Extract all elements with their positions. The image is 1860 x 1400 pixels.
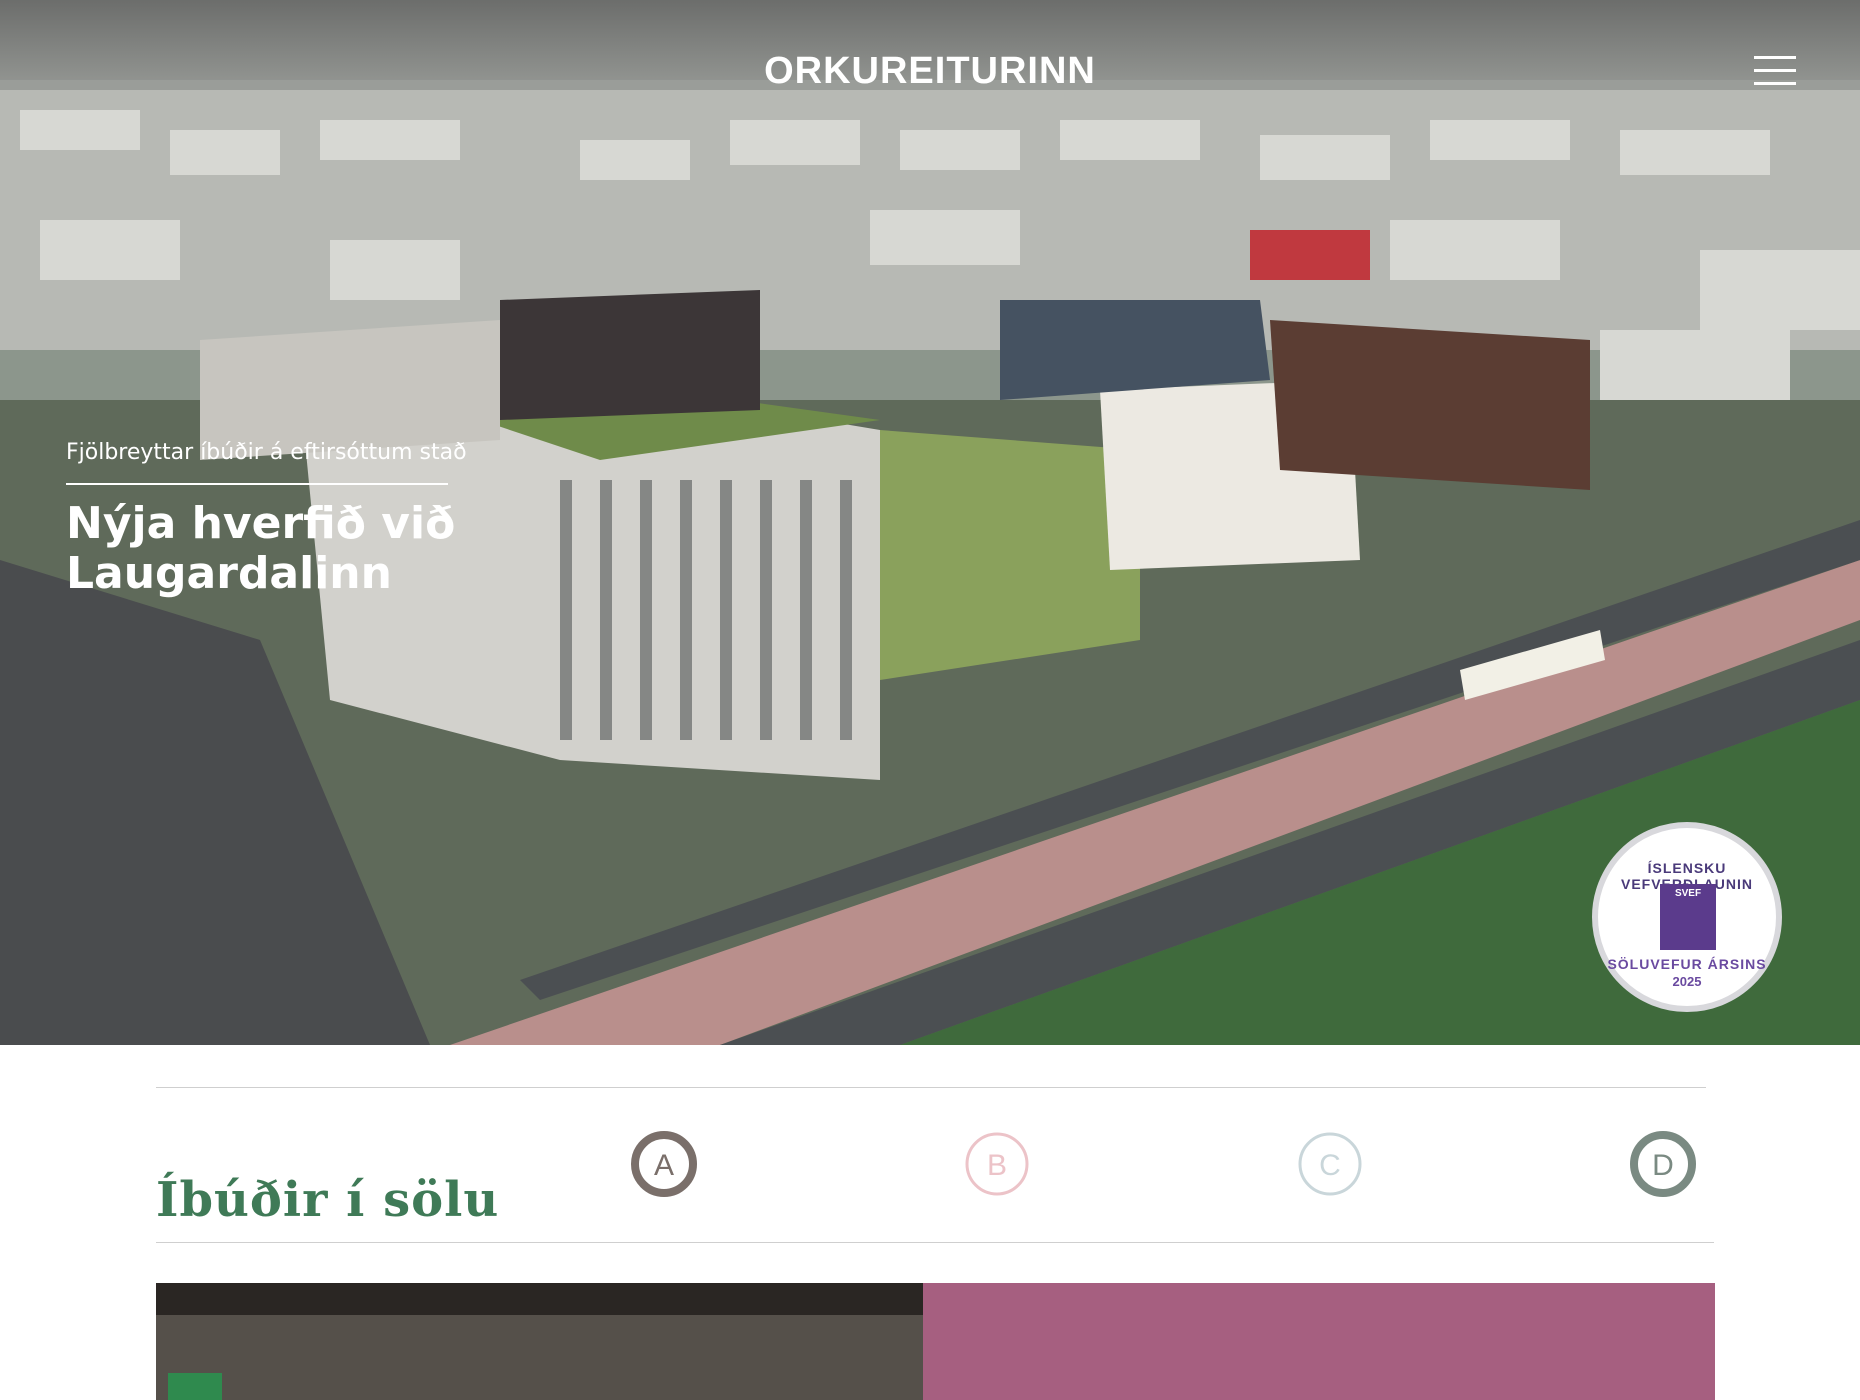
interior-ceiling <box>156 1283 923 1315</box>
site-logo[interactable]: ORKUREITURINN <box>0 50 1860 93</box>
section-divider-top <box>156 1087 1706 1088</box>
award-year: 2025 <box>1672 974 1702 989</box>
building-d-icon: D <box>1630 1131 1696 1197</box>
award-badge[interactable]: ÍSLENSKU VEFVERÐLAUNIN SVEF SÖLUVEFUR ÁR… <box>1592 822 1782 1012</box>
hero-subtitle: Fjölbreyttar íbúðir á eftirsóttum stað <box>66 440 467 465</box>
building-a-button[interactable]: A <box>630 1130 698 1198</box>
building-c-letter: C <box>1319 1149 1341 1182</box>
hero-title: Nýja hverfið við Laugardalinn <box>66 498 456 599</box>
hero-divider <box>66 483 448 485</box>
building-b-button[interactable]: B <box>963 1130 1031 1198</box>
award-box-label: SVEF <box>1674 888 1702 899</box>
building-a-icon: A <box>631 1131 697 1197</box>
building-d-letter: D <box>1652 1149 1674 1182</box>
building-b-icon: B <box>965 1132 1029 1196</box>
section-divider-bottom <box>156 1242 1714 1243</box>
award-bottom-text: SÖLUVEFUR ÁRSINS <box>1607 956 1767 972</box>
building-a-letter: A <box>654 1149 674 1182</box>
building-b-letter: B <box>987 1149 1007 1182</box>
exit-sign-icon <box>168 1373 222 1400</box>
building-c-button[interactable]: C <box>1296 1130 1364 1198</box>
hero-text-block: Fjölbreyttar íbúðir á eftirsóttum stað N… <box>66 440 486 599</box>
interior-floor <box>156 1315 923 1400</box>
interior-photo-panel <box>156 1283 923 1400</box>
award-trophy-icon: SVEF <box>1660 884 1716 950</box>
building-d-button[interactable]: D <box>1629 1130 1697 1198</box>
hamburger-menu-icon[interactable] <box>1754 54 1796 88</box>
hero-banner: ORKUREITURINN Fjölbreyttar íbúðir á efti… <box>0 0 1860 1045</box>
sales-title: Íbúðir í sölu <box>156 1171 500 1228</box>
promo-color-panel <box>923 1283 1715 1400</box>
building-c-icon: C <box>1298 1132 1362 1196</box>
